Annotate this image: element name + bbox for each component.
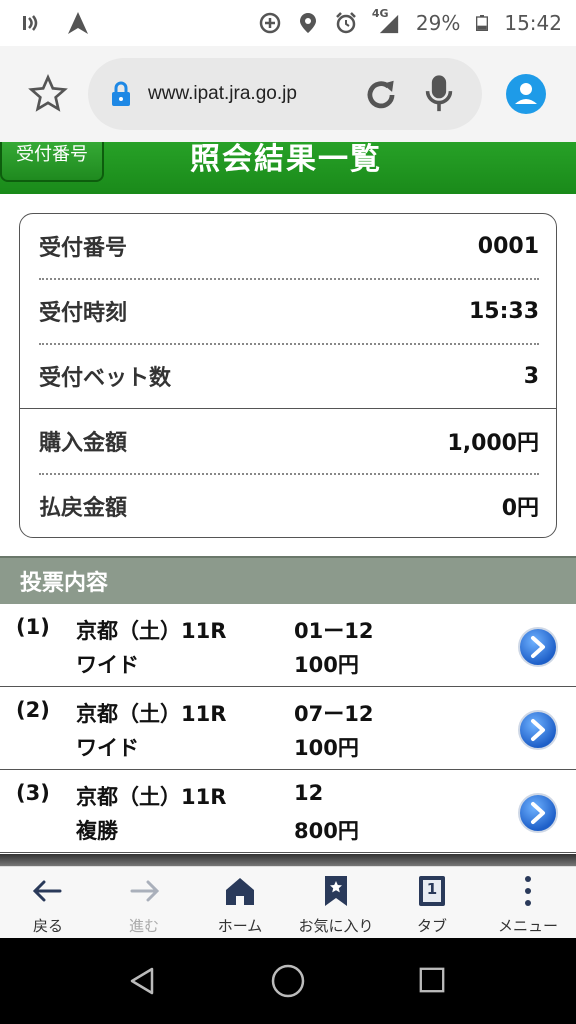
home-circle-icon[interactable] [270, 963, 306, 999]
bet-number: (1) [16, 615, 50, 639]
alarm-icon [336, 12, 356, 34]
signal-indicator: 4G [372, 7, 402, 35]
summary-row-bet-count: 受付ベット数 3 [39, 344, 539, 408]
bet-number: (3) [16, 781, 50, 805]
bet-combination: 01ー12 [294, 619, 374, 643]
bet-row[interactable]: (3) 京都（土）11R 複勝 12 800円 [0, 771, 576, 853]
clock: 15:42 [504, 11, 562, 35]
page-title: 照会結果一覧 [190, 142, 382, 177]
nav-menu[interactable]: メニュー [480, 867, 576, 939]
system-navigation-bar [0, 938, 576, 1024]
arrow-left-icon [32, 880, 62, 902]
nav-home[interactable]: ホーム [192, 867, 288, 939]
bet-combination: 12 [294, 781, 324, 805]
lock-icon [112, 81, 130, 106]
url-text: www.ipat.jra.go.jp [148, 83, 297, 104]
summary-value: 1,000円 [447, 431, 539, 456]
bet-amount: 100円 [294, 653, 359, 677]
bet-combination: 07ー12 [294, 702, 374, 726]
data-saver-icon [259, 12, 281, 34]
bet-row[interactable]: (1) 京都（土）11R ワイド 01ー12 100円 [0, 605, 576, 687]
address-bar[interactable]: www.ipat.jra.go.jp [88, 58, 482, 130]
nav-back[interactable]: 戻る [0, 867, 96, 939]
summary-row-payout-amount: 払戻金額 0円 [39, 474, 539, 537]
chevron-right-icon[interactable] [517, 792, 559, 834]
summary-label: 受付ベット数 [39, 366, 172, 391]
status-bar: 4G 29% 15:42 [0, 0, 576, 46]
reload-icon[interactable] [362, 76, 400, 114]
star-icon[interactable] [28, 74, 68, 114]
back-triangle-icon[interactable] [128, 966, 158, 996]
bet-race: 京都（土）11R [76, 702, 227, 726]
summary-value: 3 [523, 363, 539, 389]
summary-row-purchase-amount: 購入金額 1,000円 [39, 409, 539, 473]
location-icon [299, 13, 316, 33]
menu-dots-icon [525, 876, 531, 906]
bet-amount: 800円 [294, 819, 359, 843]
bet-number: (2) [16, 698, 50, 722]
nav-label: お気に入り [298, 917, 374, 935]
summary-label: 受付時刻 [39, 301, 128, 326]
nfc-icon [23, 15, 38, 31]
bet-type: 複勝 [76, 819, 118, 843]
home-icon [226, 878, 254, 905]
battery-icon [476, 15, 489, 31]
signal-icon [379, 14, 399, 34]
summary-row-receipt-time: 受付時刻 15:33 [39, 279, 539, 343]
tab-count-badge: 1 [426, 880, 438, 898]
back-button[interactable]: 受付番号 [0, 142, 104, 182]
nav-label: メニュー [497, 917, 558, 935]
navigation-icon [68, 12, 88, 34]
bet-race: 京都（土）11R [76, 619, 227, 643]
page-header: 受付番号 照会結果一覧 [0, 142, 576, 194]
summary-label: 受付番号 [39, 236, 128, 261]
bet-row[interactable]: (2) 京都（土）11R ワイド 07ー12 100円 [0, 688, 576, 770]
footer-divider [0, 854, 576, 866]
bet-race: 京都（土）11R [76, 785, 227, 809]
nav-label: タブ [416, 917, 447, 935]
bet-amount: 100円 [294, 736, 359, 760]
recents-square-icon[interactable] [418, 966, 446, 994]
chevron-right-icon[interactable] [517, 709, 559, 751]
nav-label: 戻る [32, 917, 63, 935]
browser-toolbar: www.ipat.jra.go.jp [0, 46, 576, 142]
summary-label: 払戻金額 [39, 496, 128, 521]
summary-value: 0円 [501, 496, 539, 521]
nav-label: ホーム [217, 917, 263, 935]
summary-value: 15:33 [468, 298, 539, 324]
section-header: 投票内容 [0, 556, 576, 604]
account-icon[interactable] [506, 74, 546, 114]
battery-percent: 29% [415, 11, 461, 35]
nav-forward[interactable]: 進む [96, 867, 192, 939]
summary-label: 購入金額 [39, 431, 128, 456]
microphone-icon[interactable] [424, 74, 454, 114]
bookmark-icon [325, 876, 347, 906]
bottom-navigation: 戻る 進む ホーム お気に入り 1 タブ メニュー [0, 866, 576, 938]
nav-tabs[interactable]: 1 タブ [384, 867, 480, 939]
arrow-right-icon [130, 880, 160, 902]
bet-type: ワイド [76, 736, 139, 760]
chevron-right-icon[interactable] [517, 626, 559, 668]
nav-bookmarks[interactable]: お気に入り [288, 867, 384, 939]
summary-card: 受付番号 0001 受付時刻 15:33 受付ベット数 3 購入金額 1,000… [19, 213, 557, 538]
bet-type: ワイド [76, 653, 139, 677]
summary-value: 0001 [477, 233, 539, 259]
summary-row-receipt-number: 受付番号 0001 [39, 214, 539, 278]
nav-label: 進む [128, 917, 159, 935]
